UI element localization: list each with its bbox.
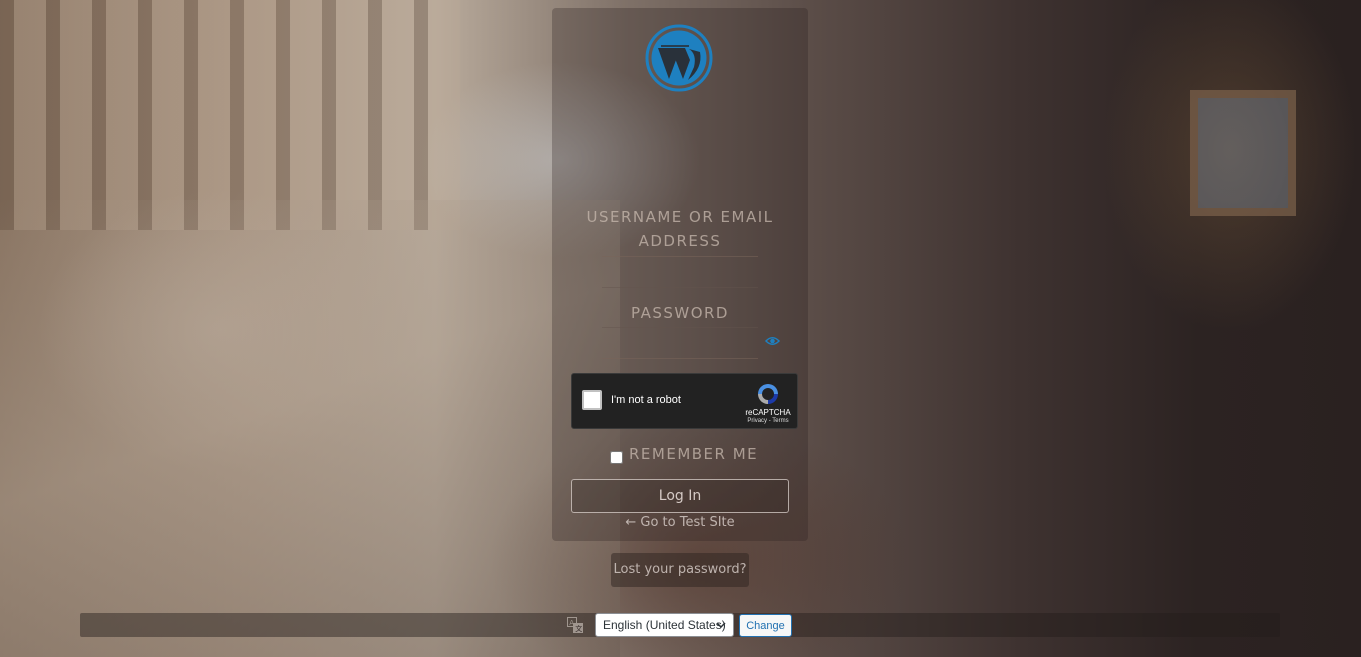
recaptcha-logo-icon (758, 384, 778, 404)
background-street (0, 200, 620, 657)
recaptcha-links[interactable]: Privacy - Terms (742, 418, 794, 424)
username-underline-top (602, 256, 758, 257)
recaptcha-brand: reCAPTCHA (745, 408, 791, 417)
background-buildings (0, 0, 460, 230)
background-window (1190, 90, 1296, 216)
username-label: USERNAME OR EMAIL ADDRESS (586, 208, 774, 250)
lost-password-link[interactable]: Lost your password? (611, 553, 749, 587)
back-to-site-link[interactable]: ← Go to Test SIte (572, 515, 788, 530)
recaptcha-label: I'm not a robot (611, 394, 681, 406)
log-in-button[interactable]: Log In (571, 479, 789, 513)
password-underline (602, 358, 758, 359)
eye-icon[interactable] (765, 335, 780, 347)
chevron-down-icon (716, 622, 726, 629)
password-label: PASSWORD (630, 304, 729, 322)
recaptcha-checkbox[interactable] (582, 390, 602, 410)
language-select[interactable]: English (United States) (595, 613, 734, 637)
username-input[interactable] (602, 258, 762, 288)
language-selected-value: English (United States) (603, 618, 726, 632)
password-input[interactable] (602, 328, 762, 358)
translation-icon: A 文 (567, 617, 583, 633)
wordpress-logo-icon[interactable] (645, 24, 713, 92)
recaptcha-widget: I'm not a robot reCAPTCHA Privacy - Term… (571, 373, 798, 429)
change-language-button[interactable]: Change (739, 614, 792, 637)
svg-text:文: 文 (575, 624, 582, 633)
username-underline (602, 287, 758, 288)
remember-me-label[interactable]: REMEMBER ME (629, 445, 758, 463)
remember-me-checkbox[interactable] (610, 451, 623, 464)
